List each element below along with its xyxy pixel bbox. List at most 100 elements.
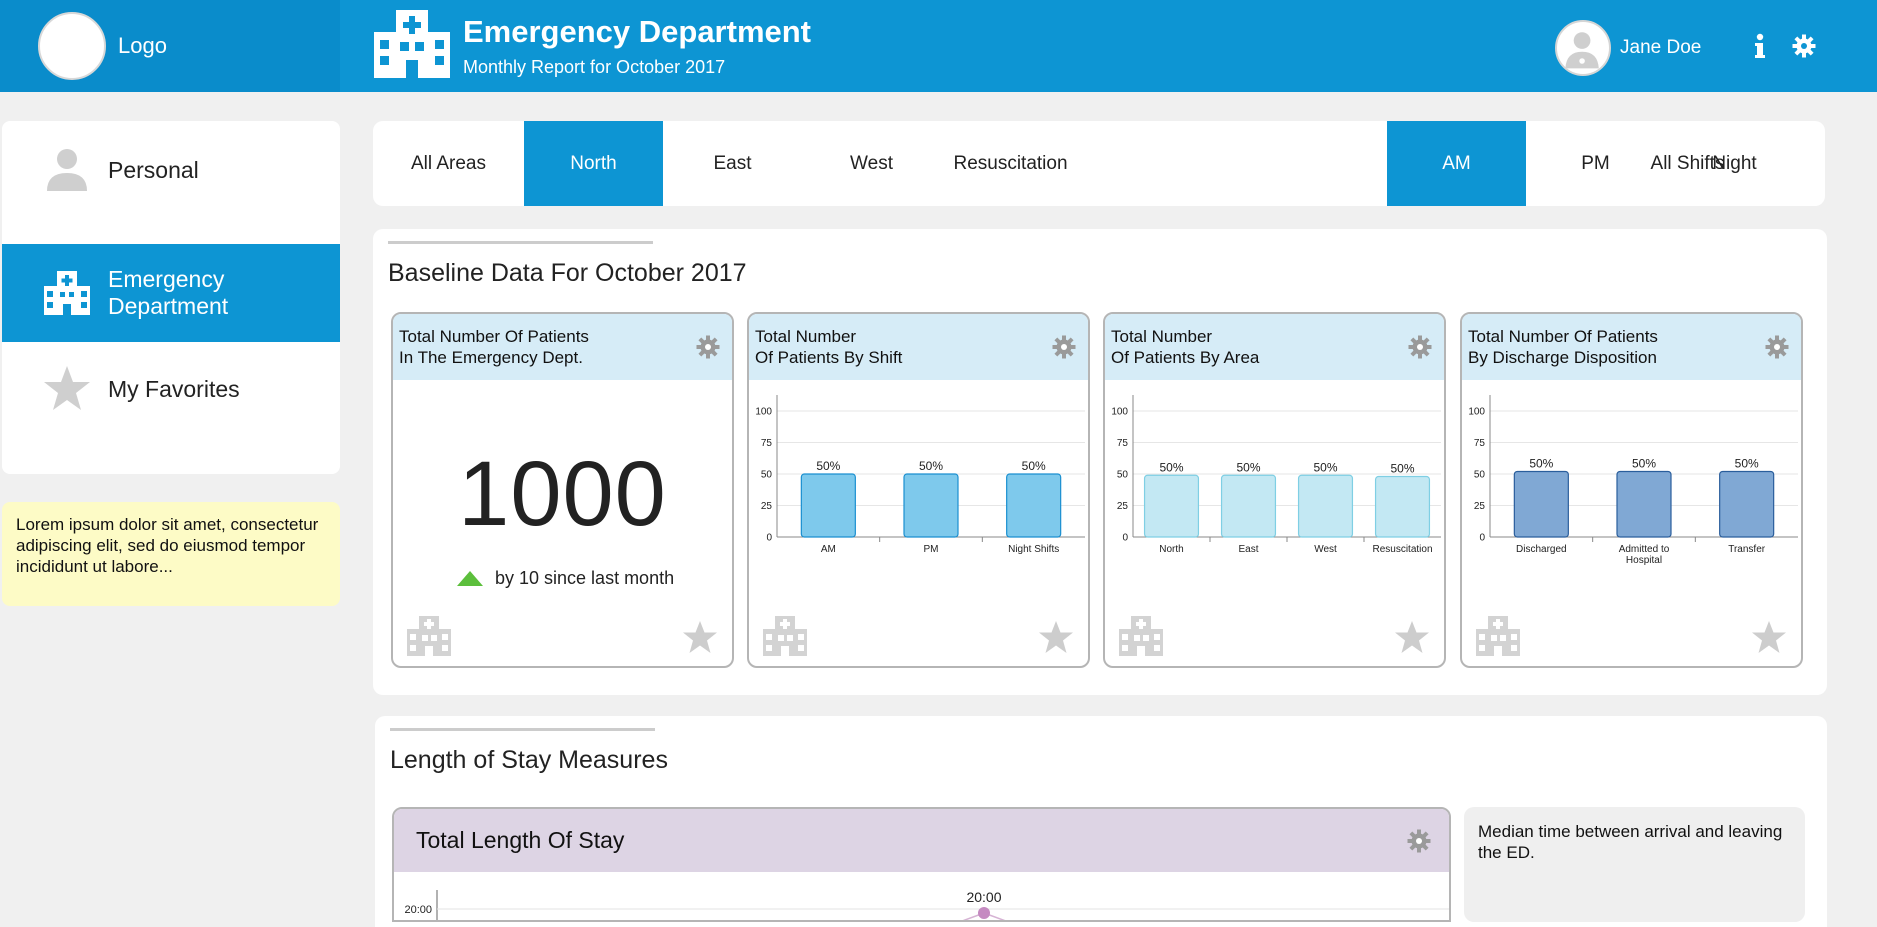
gear-icon[interactable] bbox=[1408, 335, 1432, 359]
bar[interactable] bbox=[1143, 474, 1200, 538]
sidebar-item-personal[interactable]: Personal bbox=[2, 121, 340, 219]
gear-icon[interactable] bbox=[1407, 829, 1431, 853]
y-tick-label: 100 bbox=[1468, 407, 1485, 418]
sidebar-item-emergency-department[interactable]: Emergency Department bbox=[2, 244, 340, 342]
filter-shift-am[interactable]: AM bbox=[1387, 121, 1526, 206]
top-bar: Logo Emergency Department Monthly Report… bbox=[0, 0, 1877, 92]
section-divider bbox=[390, 728, 655, 731]
section-divider bbox=[388, 241, 653, 244]
card-title-line2: Of Patients By Shift bbox=[755, 348, 903, 367]
card-header: Total Number Of Patients By Area bbox=[1105, 314, 1444, 380]
card-total-patients[interactable]: Total Number Of Patients In The Emergenc… bbox=[391, 312, 734, 668]
data-label: 50% bbox=[1390, 462, 1414, 476]
card-title-line2: By Discharge Disposition bbox=[1468, 348, 1657, 367]
card-title-line1: Total Number Of Patients bbox=[399, 327, 589, 346]
card-patients-by-shift[interactable]: Total Number Of Patients By Shift 0 25 50 7… bbox=[747, 312, 1090, 668]
bar[interactable] bbox=[1374, 475, 1431, 538]
y-tick-label: 100 bbox=[1111, 407, 1128, 418]
card-total-length-of-stay[interactable]: Total Length Of Stay 20:00 20:00 bbox=[392, 807, 1451, 922]
bar[interactable] bbox=[1513, 470, 1569, 538]
card-title-line1: Total Number bbox=[755, 327, 857, 346]
card-patients-by-area[interactable]: Total Number Of Patients By Area 0 25 50 75… bbox=[1103, 312, 1446, 668]
info-icon[interactable] bbox=[1752, 32, 1768, 60]
bar[interactable] bbox=[800, 473, 856, 538]
y-tick-label: 0 bbox=[766, 533, 772, 544]
discharge-bar-chart: 0 25 50 75 100 50% Discharged 50% Admitted toHos… bbox=[1468, 395, 1798, 566]
sidebar-item-label: Personal bbox=[108, 156, 199, 183]
favorite-star-icon[interactable] bbox=[682, 620, 718, 656]
sidebar-item-label: My Favorites bbox=[108, 375, 240, 402]
sidebar-item-my-favorites[interactable]: My Favorites bbox=[2, 340, 340, 438]
bar[interactable] bbox=[1297, 474, 1354, 538]
hospital-icon bbox=[1119, 616, 1163, 656]
bar[interactable] bbox=[1006, 473, 1062, 538]
x-tick-label: AM bbox=[821, 544, 836, 555]
y-tick-label: 0 bbox=[1479, 533, 1485, 544]
person-icon bbox=[47, 149, 87, 191]
bar[interactable] bbox=[903, 473, 959, 538]
data-label: 50% bbox=[816, 459, 840, 473]
data-label: 50% bbox=[1022, 459, 1046, 473]
x-tick-label: Admitted to bbox=[1619, 544, 1670, 555]
sidebar-nav: Personal Emergency Department My Favorit… bbox=[2, 121, 340, 474]
app-root: Logo Emergency Department Monthly Report… bbox=[0, 0, 1877, 927]
filter-bar: All Areas North East West Resuscitation … bbox=[373, 121, 1825, 206]
hospital-icon bbox=[1476, 616, 1520, 656]
y-tick-label: 100 bbox=[755, 407, 772, 418]
trend-text: by 10 since last month bbox=[495, 568, 675, 588]
y-tick-label: 25 bbox=[1474, 501, 1486, 512]
favorite-star-icon[interactable] bbox=[1038, 620, 1074, 656]
card-header: Total Number Of Patients By Shift bbox=[749, 314, 1088, 380]
length-of-stay-section: Length of Stay Measures Total Length Of … bbox=[375, 716, 1827, 927]
data-label: 50% bbox=[1529, 456, 1553, 470]
favorite-star-icon[interactable] bbox=[1751, 620, 1787, 656]
bar[interactable] bbox=[1719, 470, 1775, 538]
data-label: 50% bbox=[1735, 456, 1759, 470]
gear-icon[interactable] bbox=[696, 335, 720, 359]
y-tick-label: 50 bbox=[1117, 470, 1129, 481]
logo-area[interactable]: Logo bbox=[0, 0, 340, 92]
gear-icon[interactable] bbox=[1052, 335, 1076, 359]
trend-up-icon bbox=[457, 571, 483, 586]
filter-area-east[interactable]: East bbox=[663, 121, 802, 206]
filter-area-west[interactable]: West bbox=[802, 121, 941, 206]
hospital-icon bbox=[763, 616, 807, 656]
card-title-line1: Total Number Of Patients bbox=[1468, 327, 1658, 346]
shift-bar-chart: 0 25 50 75 100 50% AM 50% PM 50% Night Shifts bbox=[755, 395, 1085, 555]
hospital-icon bbox=[407, 616, 451, 656]
x-tick-label: East bbox=[1238, 544, 1258, 555]
x-tick-label: Discharged bbox=[1516, 544, 1567, 555]
filter-area-all[interactable]: All Areas bbox=[373, 121, 524, 206]
settings-gear-icon[interactable] bbox=[1792, 34, 1816, 58]
filter-shift-pm[interactable]: PM bbox=[1526, 121, 1665, 206]
x-tick-label: Resuscitation bbox=[1372, 544, 1432, 555]
card-title: Total Length Of Stay bbox=[416, 827, 625, 853]
avatar[interactable] bbox=[1555, 20, 1611, 76]
card-header: Total Number Of Patients In The Emergenc… bbox=[393, 314, 732, 380]
doctor-icon bbox=[1565, 32, 1599, 69]
area-bar-chart: 0 25 50 75 100 50% North 50% East 50% West 50% Resus… bbox=[1111, 395, 1441, 555]
filter-area-resuscitation[interactable]: Resuscitation bbox=[941, 121, 1080, 206]
card-header: Total Number Of Patients By Discharge Di… bbox=[1462, 314, 1801, 380]
section-title: Length of Stay Measures bbox=[390, 746, 668, 774]
favorite-star-icon[interactable] bbox=[1394, 620, 1430, 656]
filter-area-north[interactable]: North bbox=[524, 121, 663, 206]
card-header: Total Length Of Stay bbox=[394, 809, 1449, 872]
star-icon bbox=[44, 366, 90, 410]
filter-shift-night[interactable]: Night bbox=[1665, 121, 1804, 206]
sidebar-note: Lorem ipsum dolor sit amet, consectetur … bbox=[2, 502, 340, 606]
logo-label: Logo bbox=[118, 33, 167, 58]
bar[interactable] bbox=[1616, 470, 1672, 538]
x-tick-label: Night Shifts bbox=[1008, 544, 1059, 555]
x-tick-label: PM bbox=[924, 544, 939, 555]
user-name[interactable]: Jane Doe bbox=[1620, 37, 1701, 59]
card-discharge-disposition[interactable]: Total Number Of Patients By Discharge Di… bbox=[1460, 312, 1803, 668]
gear-icon[interactable] bbox=[1765, 335, 1789, 359]
data-point-label: 20:00 bbox=[966, 889, 1001, 905]
y-tick-label: 0 bbox=[1122, 533, 1128, 544]
bar[interactable] bbox=[1220, 474, 1277, 538]
data-label: 50% bbox=[1313, 460, 1337, 474]
data-label: 50% bbox=[1159, 460, 1183, 474]
x-tick-label: North bbox=[1159, 544, 1183, 555]
sidebar-item-label: Emergency Department bbox=[108, 266, 229, 319]
